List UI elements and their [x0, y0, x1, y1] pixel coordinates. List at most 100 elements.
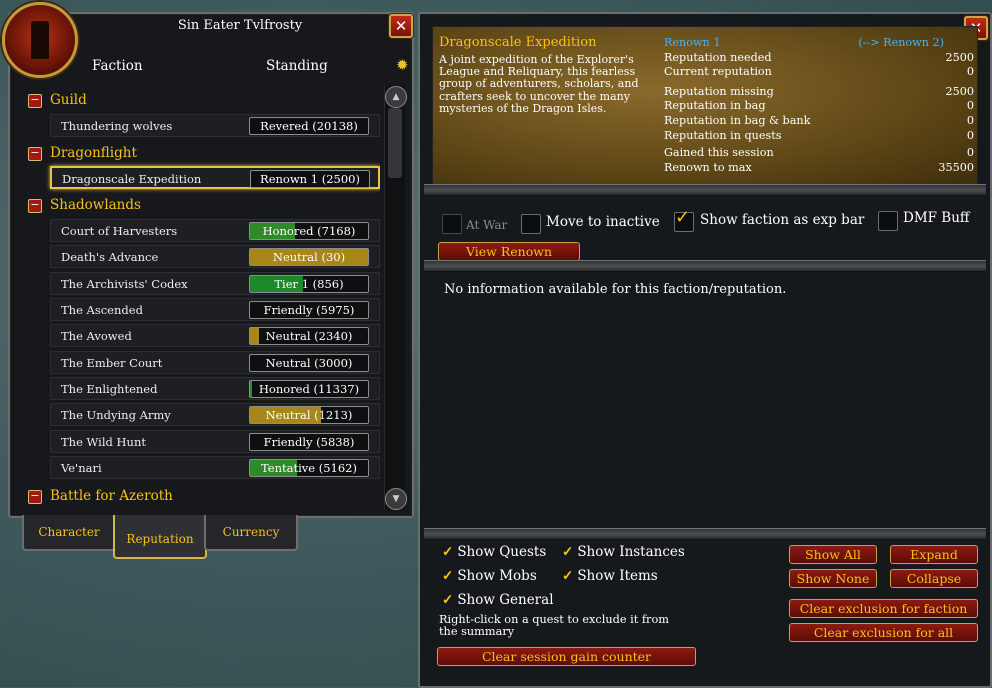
faction-row[interactable]: Death's Advance Neutral (30)	[50, 245, 380, 268]
checkmark-icon: ✓	[562, 544, 574, 560]
reputation-window: Sin Eater Tvlfrosty Faction Standing ✹ ✕…	[8, 12, 414, 518]
faction-title: Dragonscale Expedition	[439, 35, 597, 50]
stat-row: Reputation needed 2500	[664, 50, 974, 64]
category-label: Shadowlands	[50, 197, 141, 213]
faction-row[interactable]: The Wild Hunt Friendly (5838)	[50, 430, 380, 453]
category-header[interactable]: − Dragonflight	[28, 143, 137, 163]
standing-bar: Neutral (30)	[249, 248, 369, 266]
collapse-icon[interactable]: −	[28, 146, 42, 161]
standing-text: Friendly (5838)	[263, 435, 355, 449]
standing-text: Neutral (1213)	[265, 408, 353, 422]
faction-name: Dragonscale Expedition	[62, 172, 202, 186]
at-war-label: At War	[466, 218, 508, 232]
divider	[424, 528, 986, 540]
tab-reputation[interactable]: Reputation	[113, 515, 207, 559]
close-icon: ✕	[394, 17, 408, 35]
show-items-checkbox[interactable]: ✓ Show Items	[562, 568, 658, 584]
category-header[interactable]: − Guild	[28, 90, 87, 110]
clear-exclusion-faction-button[interactable]: Clear exclusion for faction	[789, 599, 978, 618]
scrollbar[interactable]: ▲ ▼	[384, 86, 407, 510]
stat-row: Reputation in bag 0	[664, 99, 974, 113]
show-all-button[interactable]: Show All	[789, 545, 877, 564]
collapse-button[interactable]: Collapse	[890, 569, 978, 588]
faction-name: The Enlightened	[61, 382, 158, 396]
scroll-thumb[interactable]	[388, 108, 402, 178]
faction-column-header[interactable]: Faction	[92, 58, 143, 74]
renown-next: (--> Renown 2)	[858, 36, 944, 49]
dmf-buff-label: DMF Buff	[903, 210, 970, 226]
at-war-checkbox[interactable]	[442, 214, 462, 234]
show-mobs-checkbox[interactable]: ✓ Show Mobs	[442, 568, 537, 584]
clear-session-button[interactable]: Clear session gain counter	[437, 647, 696, 666]
stat-row: Gained this session 0	[664, 146, 974, 160]
show-none-button[interactable]: Show None	[789, 569, 877, 588]
faction-row[interactable]: The Archivists' Codex Tier 1 (856)	[50, 272, 380, 295]
show-quests-checkbox[interactable]: ✓ Show Quests	[442, 544, 546, 560]
gear-icon[interactable]: ✹	[396, 56, 409, 74]
move-inactive-label: Move to inactive	[546, 214, 660, 230]
faction-row[interactable]: The Ascended Friendly (5975)	[50, 298, 380, 321]
renown-current: Renown 1	[664, 36, 721, 49]
show-instances-checkbox[interactable]: ✓ Show Instances	[562, 544, 685, 560]
show-exp-bar-checkbox[interactable]: ✓	[674, 207, 694, 232]
checkmark-icon: ✓	[442, 544, 454, 560]
collapse-icon[interactable]: −	[28, 93, 42, 108]
close-button[interactable]: ✕	[389, 14, 413, 38]
standing-text: Neutral (30)	[272, 250, 346, 264]
standing-bar: Renown 1 (2500)	[250, 170, 370, 188]
category-header[interactable]: − Battle for Azeroth	[28, 486, 173, 506]
standing-bar: Neutral (3000)	[249, 354, 369, 372]
view-renown-button[interactable]: View Renown	[438, 242, 580, 261]
show-mobs-label: Show Mobs	[457, 568, 537, 584]
category-header[interactable]: − Shadowlands	[28, 195, 141, 215]
faction-row[interactable]: The Ember Court Neutral (3000)	[50, 351, 380, 374]
standing-bar: Honored (7168)	[249, 222, 369, 240]
show-instances-label: Show Instances	[577, 544, 685, 560]
standing-bar: Revered (20138)	[249, 117, 369, 135]
faction-list: − Guild Thundering wolves Revered (20138) − D…	[24, 88, 380, 512]
faction-row[interactable]: The Undying Army Neutral (1213)	[50, 403, 380, 426]
faction-name: Ve'nari	[61, 461, 102, 475]
standing-bar: Tier 1 (856)	[249, 275, 369, 293]
stat-row: Renown to max 35500	[664, 160, 974, 174]
character-portrait	[2, 2, 78, 78]
faction-row[interactable]: The Avowed Neutral (2340)	[50, 324, 380, 347]
category-label: Guild	[50, 92, 87, 108]
standing-text: Tentative (5162)	[261, 461, 357, 475]
standing-text: Renown 1 (2500)	[260, 172, 360, 186]
standing-text: Honored (11337)	[258, 382, 360, 396]
checkmark-icon: ✓	[675, 207, 691, 228]
show-items-label: Show Items	[577, 568, 658, 584]
show-quests-label: Show Quests	[457, 544, 547, 560]
collapse-icon[interactable]: −	[28, 198, 42, 213]
show-general-checkbox[interactable]: ✓ Show General	[442, 592, 554, 608]
faction-row[interactable]: Court of Harvesters Honored (7168)	[50, 219, 380, 242]
faction-row[interactable]: Thundering wolves Revered (20138)	[50, 114, 380, 137]
faction-name: The Ascended	[61, 303, 143, 317]
standing-bar: Neutral (2340)	[249, 327, 369, 345]
clear-exclusion-all-button[interactable]: Clear exclusion for all	[789, 623, 978, 642]
tab-character[interactable]: Character	[22, 515, 116, 551]
standing-column-header[interactable]: Standing	[266, 58, 328, 74]
faction-row[interactable]: The Enlightened Honored (11337)	[50, 377, 380, 400]
faction-row[interactable]: Dragonscale Expedition Renown 1 (2500)	[50, 166, 380, 189]
faction-stats: Renown 1 (--> Renown 2) Reputation needed…	[664, 36, 974, 175]
checkmark-icon: ✓	[562, 568, 574, 584]
faction-name: Court of Harvesters	[61, 224, 178, 238]
dmf-buff-checkbox[interactable]	[878, 211, 898, 231]
faction-row[interactable]: Ve'nari Tentative (5162)	[50, 456, 380, 479]
collapse-icon[interactable]: −	[28, 489, 42, 504]
standing-text: Neutral (2340)	[265, 329, 353, 343]
tab-currency[interactable]: Currency	[204, 515, 298, 551]
standing-text: Tier 1 (856)	[274, 277, 344, 291]
faction-name: The Wild Hunt	[61, 435, 146, 449]
scroll-down-button[interactable]: ▼	[385, 488, 407, 510]
expand-button[interactable]: Expand	[890, 545, 978, 564]
scroll-up-button[interactable]: ▲	[385, 86, 407, 108]
faction-name: The Ember Court	[61, 356, 163, 370]
window-title: Sin Eater Tvlfrosty	[177, 18, 303, 33]
standing-bar: Friendly (5975)	[249, 301, 369, 319]
exclude-hint: Right-click on a quest to exclude it fro…	[439, 613, 669, 638]
move-inactive-checkbox[interactable]	[521, 214, 541, 234]
reputation-detail-window: ✕ Dragonscale Expedition A joint expedit…	[418, 12, 992, 688]
